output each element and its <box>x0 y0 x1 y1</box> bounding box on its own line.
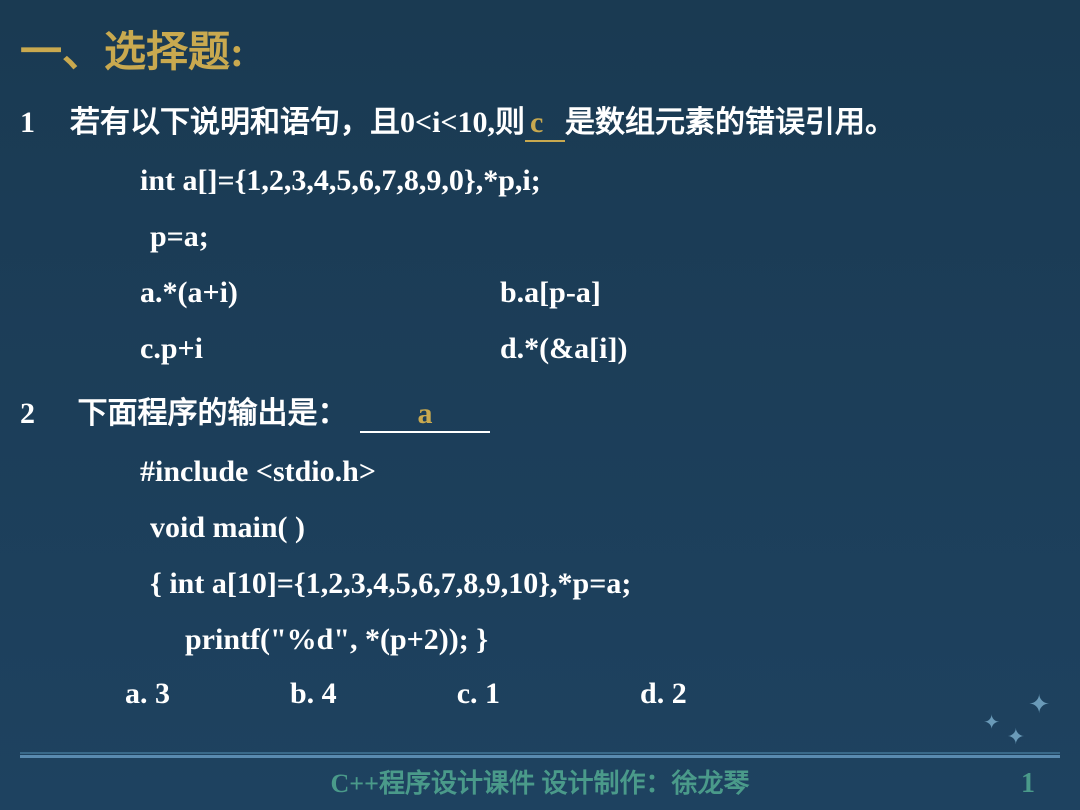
q1-answer: c <box>530 106 543 139</box>
q1-code-line-1: int a[]={1,2,3,4,5,6,7,8,9,0},*p,i; <box>20 164 1060 198</box>
q1-options-row-2: c.p+i d.*(&a[i]) <box>20 332 1060 366</box>
q2-option-b: b. 4 <box>290 677 337 711</box>
q2-number: 2 <box>20 397 70 431</box>
q2-code-line-2: void main( ) <box>20 511 1060 545</box>
footer-divider <box>20 755 1060 758</box>
q2-answer: a <box>418 397 433 430</box>
q1-option-d: d.*(&a[i]) <box>500 332 1060 366</box>
q1-option-b: b.a[p-a] <box>500 276 1060 310</box>
star-decoration-icon: ✦ <box>983 710 1000 735</box>
question-1-header: 1 若有以下说明和语句，且0<i<10,则 c 是数组元素的错误引用。 <box>20 97 1060 142</box>
star-decoration-icon: ✦ <box>1007 724 1025 750</box>
q1-number: 1 <box>20 106 70 140</box>
q2-code-line-4: printf("%d", *(p+2)); } <box>20 623 1060 657</box>
q1-options-row-1: a.*(a+i) b.a[p-a] <box>20 276 1060 310</box>
q1-text-after: 是数组元素的错误引用 <box>565 97 865 141</box>
q2-option-c: c. 1 <box>457 677 500 711</box>
q2-option-d: d. 2 <box>640 677 687 711</box>
star-decoration-icon: ✦ <box>1028 690 1050 720</box>
q1-option-a: a.*(a+i) <box>140 276 500 310</box>
page-number: 1 <box>1021 768 1035 800</box>
q2-option-a: a. 3 <box>125 677 170 711</box>
slide-title: 一、选择题: <box>0 0 1080 79</box>
footer-text: C++程序设计课件 设计制作：徐龙琴 <box>0 763 1080 800</box>
q1-option-c: c.p+i <box>140 332 500 366</box>
q2-code-line-1: #include <stdio.h> <box>20 455 1060 489</box>
q2-options-row: a. 3 b. 4 c. 1 d. 2 <box>20 677 1060 711</box>
q1-answer-blank: c <box>525 106 565 142</box>
q1-text-before: 若有以下说明和语句，且0<i<10,则 <box>70 97 525 141</box>
slide-content: 1 若有以下说明和语句，且0<i<10,则 c 是数组元素的错误引用。 int … <box>0 79 1080 711</box>
q2-answer-blank: a <box>360 397 490 433</box>
q1-code-line-2: p=a; <box>20 220 1060 254</box>
q2-text: 下面程序的输出是： <box>78 397 348 430</box>
q2-code-line-3: { int a[10]={1,2,3,4,5,6,7,8,9,10},*p=a; <box>20 567 1060 601</box>
question-2-header: 2 下面程序的输出是： a <box>20 388 1060 433</box>
